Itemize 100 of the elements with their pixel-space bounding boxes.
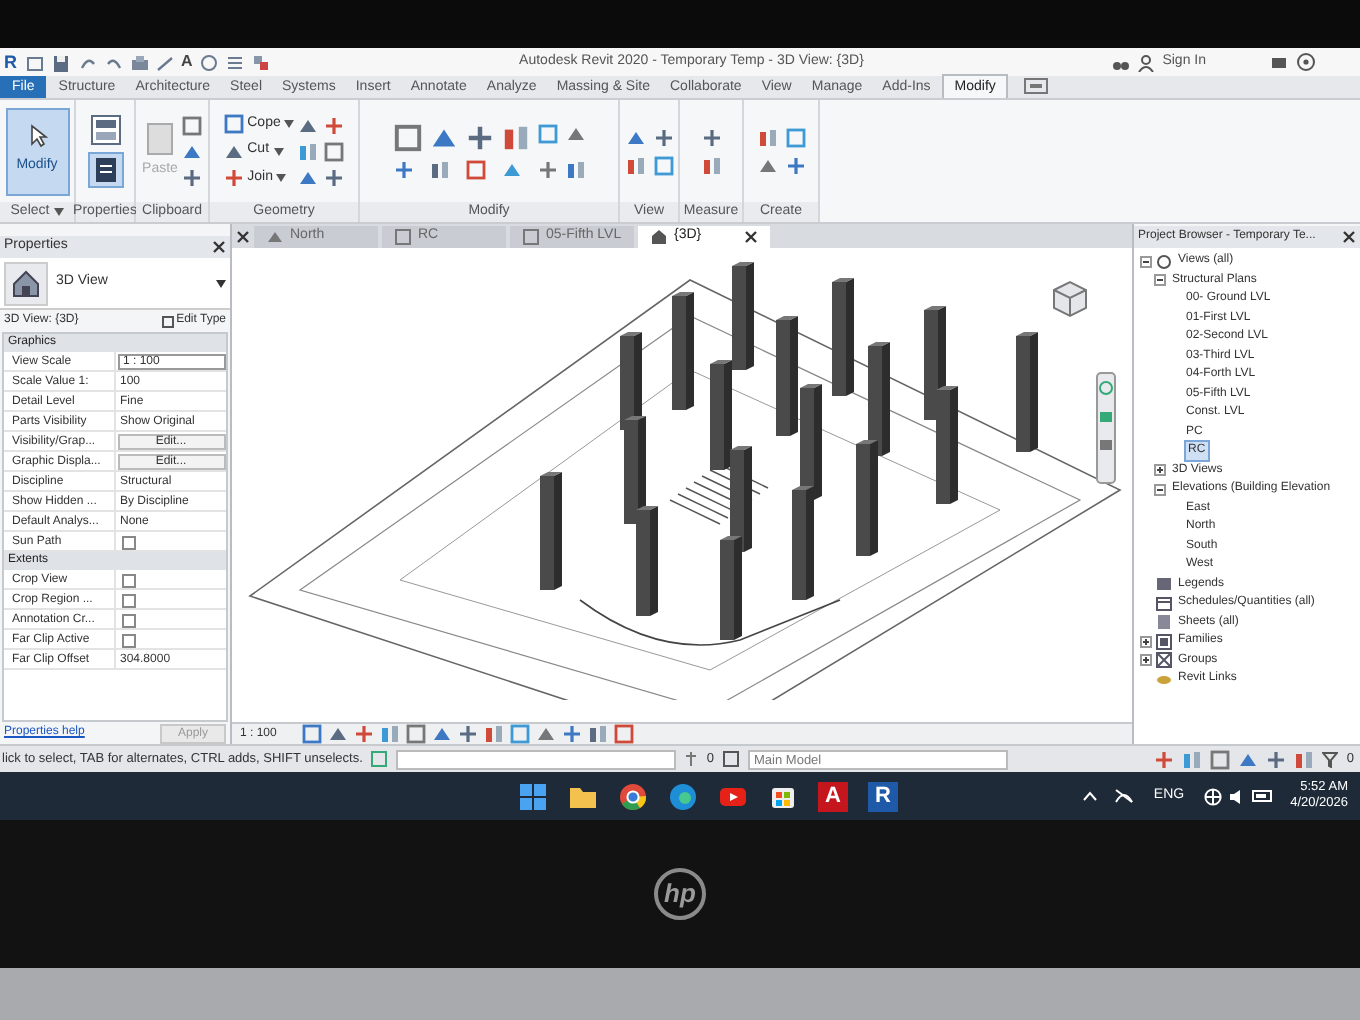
clipboard-icon [146,120,174,157]
app-icon[interactable]: A [818,781,848,811]
tool-icon[interactable] [324,167,345,187]
house-icon [4,261,48,305]
tool-icon[interactable] [614,724,635,744]
tool-icon[interactable] [653,127,673,147]
caret-icon [216,279,226,287]
tool-icon[interactable] [1266,749,1287,769]
tool-icon[interactable] [588,724,609,744]
worksets-icon[interactable] [370,750,389,768]
checkbox[interactable] [122,593,136,607]
tool-icon[interactable] [298,167,319,187]
close-icon[interactable] [743,230,758,244]
tool-icon[interactable] [1182,749,1203,769]
network-icon[interactable] [1113,788,1134,804]
tool-icon[interactable] [429,159,449,179]
legends-icon [1156,576,1172,593]
tool-icon[interactable] [510,724,531,744]
tool-icon[interactable] [562,724,583,744]
schedules-icon [1156,595,1172,612]
print-icon[interactable] [129,53,147,71]
checkbox[interactable] [122,613,136,627]
tool-icon[interactable] [458,724,479,744]
groups-icon [1156,652,1172,669]
tool-icon[interactable] [324,141,345,161]
tool-icon[interactable] [406,724,427,744]
open-icon[interactable] [25,53,43,71]
expander-icon[interactable] [1154,274,1166,287]
tool-icon[interactable] [181,167,202,187]
app-logo[interactable]: R [4,53,17,71]
browser-icon[interactable] [668,781,698,811]
tool-icon[interactable] [701,155,721,175]
checkbox[interactable] [122,633,136,647]
measure-icon[interactable] [155,53,173,71]
caret-icon [276,174,287,182]
caret-icon [273,147,284,155]
filter-icon[interactable] [1322,751,1339,767]
checkbox[interactable] [122,535,136,549]
tool-icon[interactable] [501,123,529,151]
close-icon[interactable] [236,230,250,244]
tool-icon[interactable] [565,159,585,179]
caret-icon [284,120,295,128]
tool-icon[interactable] [181,115,202,135]
tool-icon[interactable] [393,123,421,151]
navigation-bar-icon[interactable] [1096,372,1116,484]
tool-icon[interactable] [223,114,244,134]
plan-icon [522,228,540,246]
expander-icon[interactable] [1140,635,1152,648]
tool-icon[interactable] [380,724,401,744]
edit-icon [162,315,175,327]
user-icon[interactable] [1138,53,1155,71]
close-icon[interactable] [212,240,226,254]
view-cube-icon[interactable] [1048,276,1092,320]
plan-icon [394,228,412,246]
help-icon[interactable] [1296,52,1316,72]
tool-icon[interactable] [701,127,721,147]
properties-icon[interactable] [87,152,123,188]
globe-icon[interactable] [1204,787,1223,805]
tool-icon[interactable] [1294,749,1315,769]
links-icon [1156,671,1172,688]
chevron-up-icon[interactable] [1081,790,1098,802]
sheets-icon [1156,614,1172,631]
tool-icon[interactable] [223,141,244,161]
expander-icon[interactable] [1154,483,1166,496]
tool-icon[interactable] [298,115,319,135]
text-tool[interactable]: A [181,54,193,70]
tool-icon[interactable] [625,155,645,175]
tool-icon[interactable] [785,155,805,175]
list-icon[interactable] [226,53,245,71]
browser-icon[interactable] [618,781,648,811]
tool-icon[interactable] [484,724,505,744]
tool-icon[interactable] [465,123,493,151]
expander-icon[interactable] [1154,464,1166,477]
families-icon [1156,633,1172,650]
save-icon[interactable] [51,53,69,71]
app-icon[interactable]: R [868,781,898,811]
tool-icon[interactable] [354,724,375,744]
cursor-icon [27,124,47,149]
tool-icon[interactable] [181,141,202,161]
tool-icon[interactable] [537,159,557,179]
caret-icon[interactable] [53,208,64,216]
expander-icon[interactable] [1140,654,1152,667]
tool-icon[interactable] [223,168,244,188]
tool-icon[interactable] [393,159,413,179]
tool-icon[interactable] [1154,749,1175,769]
tool-icon[interactable] [1210,749,1231,769]
tool-icon[interactable] [757,127,777,147]
panel-toggle-icon[interactable] [1023,78,1048,94]
checkbox[interactable] [122,573,136,587]
laptop-logo: hp [654,868,706,920]
tool-icon[interactable] [324,115,345,135]
tool-icon[interactable] [302,724,323,744]
design-options-icon[interactable] [722,750,741,768]
battery-icon[interactable] [1252,788,1275,804]
views-icon [1156,253,1172,270]
close-icon[interactable] [1342,230,1356,244]
windows-icon[interactable] [518,781,548,811]
expander-icon[interactable] [1140,255,1152,268]
type-properties-icon[interactable] [89,114,121,146]
tool-icon[interactable] [298,141,319,161]
